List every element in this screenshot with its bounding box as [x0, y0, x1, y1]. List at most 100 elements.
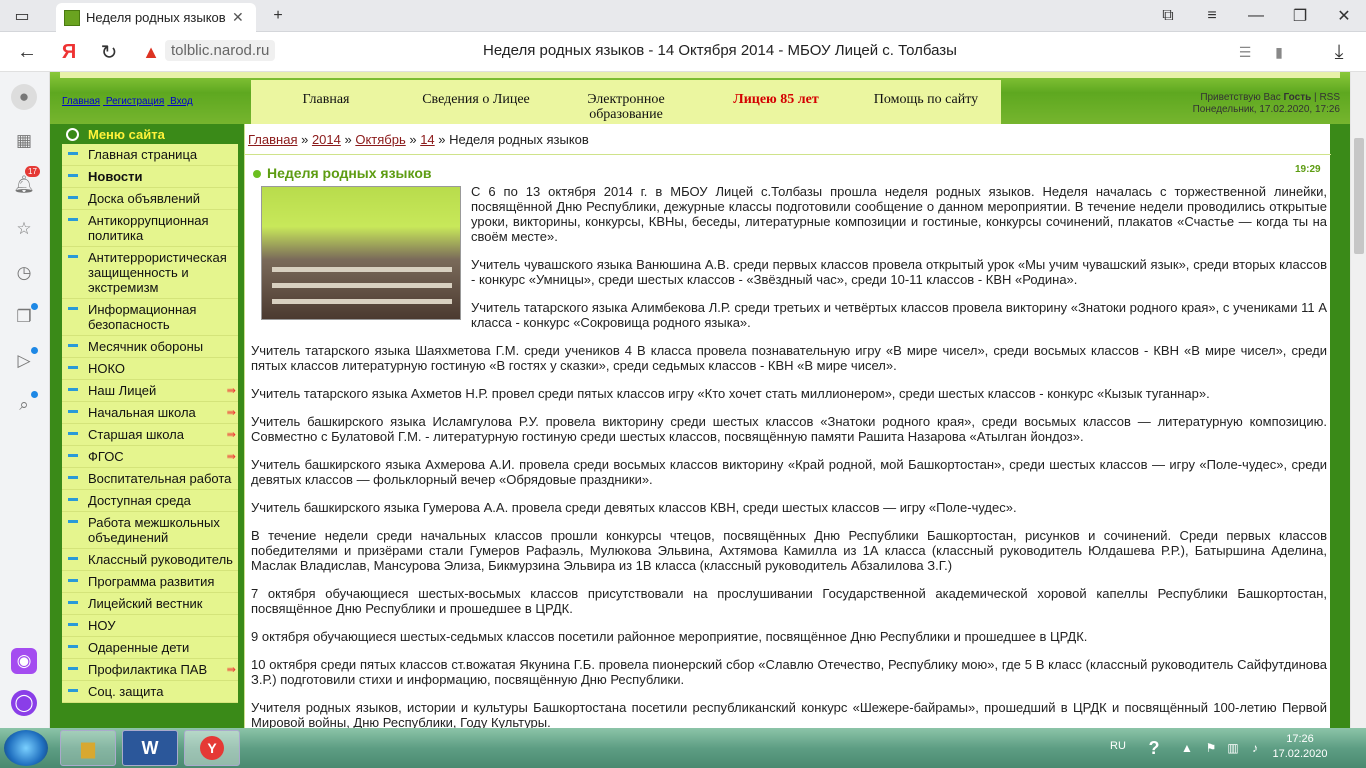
- menu-item[interactable]: Воспитательная работа: [62, 468, 238, 490]
- help-icon[interactable]: ?: [1138, 730, 1170, 766]
- article-paragraph: В течение недели среди начальных классов…: [251, 528, 1327, 573]
- top-menu-e-education[interactable]: Электронное образование: [551, 80, 701, 124]
- collections-icon[interactable]: ❐: [11, 303, 38, 330]
- menu-item-expandable[interactable]: Начальная школа ⇛: [62, 402, 238, 424]
- main-content: Главная » 2014 » Октябрь » 14 » Неделя р…: [244, 124, 1331, 728]
- header-link-register[interactable]: Регистрация: [106, 96, 164, 107]
- alice-app-icon[interactable]: ◉: [11, 648, 37, 674]
- expand-arrow-icon: ⇛: [226, 664, 236, 676]
- address-bar: ← Я ↻ ▲ tolblic.narod.ru Неделя родных я…: [0, 32, 1366, 72]
- menu-item[interactable]: Одаренные дети: [62, 637, 238, 659]
- close-tab-icon[interactable]: ✕: [232, 9, 244, 26]
- current-date: Понедельник, 17.02.2020, 17:26: [1192, 104, 1340, 115]
- menu-item-expandable[interactable]: Наш Лицей ⇛: [62, 380, 238, 402]
- expand-arrow-icon: ⇛: [226, 407, 236, 419]
- menu-item-expandable[interactable]: Старшая школа ⇛: [62, 424, 238, 446]
- close-window-icon[interactable]: ✕: [1322, 0, 1366, 32]
- tab-title: Неделя родных языков: [86, 10, 226, 25]
- history-icon[interactable]: ◷: [11, 260, 37, 286]
- webpage: Главная Регистрация Вход Главная Сведени…: [50, 72, 1350, 728]
- menu-item[interactable]: Соц. защита: [62, 681, 238, 703]
- breadcrumb-month[interactable]: Октябрь: [355, 132, 405, 147]
- menu-item[interactable]: Информационная безопасность: [62, 299, 238, 336]
- menu-item[interactable]: Главная страница: [62, 144, 238, 166]
- breadcrumb-current: Неделя родных языков: [449, 132, 589, 147]
- menu-item[interactable]: Антитеррористическая защищенность и экст…: [62, 247, 238, 299]
- menu-item[interactable]: Антикоррупционная политика: [62, 210, 238, 247]
- header-link-login[interactable]: Вход: [170, 96, 193, 107]
- menu-item-expandable[interactable]: ФГОС ⇛: [62, 446, 238, 468]
- new-tab-icon[interactable]: +: [256, 0, 300, 32]
- top-menu-about[interactable]: Сведения о Лицее: [401, 80, 551, 124]
- reader-mode-icon[interactable]: ☰: [1228, 36, 1262, 68]
- page-title[interactable]: Неделя родных языков - 14 Октября 2014 -…: [380, 42, 1060, 59]
- menu-item[interactable]: НОКО: [62, 358, 238, 380]
- explorer-icon[interactable]: ▆: [60, 730, 116, 766]
- tray-flag-icon[interactable]: ⚑: [1200, 730, 1222, 766]
- user-greeting: Приветствую Вас Гость | RSS Понедельник,…: [1192, 92, 1340, 115]
- site-favicon: [64, 9, 80, 26]
- rss-link[interactable]: RSS: [1319, 92, 1340, 103]
- minimize-icon[interactable]: —: [1234, 0, 1278, 32]
- breadcrumb-home[interactable]: Главная: [248, 132, 297, 147]
- header-link-home[interactable]: Главная: [62, 96, 100, 107]
- breadcrumb: Главная » 2014 » Октябрь » 14 » Неделя р…: [248, 132, 589, 147]
- apps-icon[interactable]: ▦: [11, 128, 37, 154]
- top-menu-anniversary[interactable]: Лицею 85 лет: [701, 80, 851, 124]
- breadcrumb-year[interactable]: 2014: [312, 132, 341, 147]
- article-paragraph: Учитель башкирского языка Исламгулова Р.…: [251, 414, 1327, 444]
- page-scrollbar[interactable]: [1350, 72, 1366, 728]
- menu-item[interactable]: Лицейский вестник: [62, 593, 238, 615]
- reload-icon[interactable]: ↻: [92, 36, 126, 68]
- article-paragraph: Учитель башкирского языка Ахмерова А.И. …: [251, 457, 1327, 487]
- back-icon[interactable]: ←: [10, 36, 44, 68]
- menu-item[interactable]: НОУ: [62, 615, 238, 637]
- volume-icon[interactable]: ♪: [1244, 730, 1266, 766]
- top-menu-home[interactable]: Главная: [251, 80, 401, 124]
- site-menu: Меню сайта Главная страница Новости Доск…: [60, 124, 240, 728]
- start-button[interactable]: [4, 730, 48, 766]
- bullet-icon: [253, 170, 261, 178]
- yandex-logo[interactable]: Я: [52, 36, 86, 68]
- download-icon[interactable]: ⤓: [1322, 36, 1356, 68]
- menu-item[interactable]: Доступная среда: [62, 490, 238, 512]
- system-clock[interactable]: 17:26 17.02.2020: [1270, 732, 1330, 762]
- article-paragraph: Учитель татарского языка Алимбекова Л.Р.…: [471, 300, 1327, 330]
- bookmarks-icon[interactable]: ⧉: [1146, 0, 1190, 32]
- tray-up-icon[interactable]: ▲: [1176, 730, 1198, 766]
- profile-icon[interactable]: ●: [11, 84, 37, 110]
- bookmark-icon[interactable]: ▮: [1262, 36, 1296, 68]
- language-indicator[interactable]: RU: [1110, 740, 1126, 752]
- word-icon[interactable]: W: [122, 730, 178, 766]
- menu-item-expandable[interactable]: Профилактика ПАВ ⇛: [62, 659, 238, 681]
- network-icon[interactable]: ▥: [1222, 730, 1244, 766]
- menu-item[interactable]: Программа развития: [62, 571, 238, 593]
- favorites-icon[interactable]: ☆: [11, 216, 37, 242]
- security-warning-icon[interactable]: ▲: [140, 41, 162, 63]
- menu-item[interactable]: Месячник обороны: [62, 336, 238, 358]
- breadcrumb-day[interactable]: 14: [420, 132, 434, 147]
- domain-label[interactable]: tolblic.narod.ru: [165, 40, 276, 61]
- browser-tab-active[interactable]: Неделя родных языков ✕: [56, 3, 256, 32]
- article-paragraph: Учитель башкирского языка Гумерова А.А. …: [251, 500, 1017, 515]
- maximize-icon[interactable]: ❐: [1278, 0, 1322, 32]
- yandex-browser-icon[interactable]: Y: [184, 730, 240, 766]
- article-paragraph: Учитель татарского языка Ахметов Н.Р. пр…: [251, 386, 1210, 401]
- video-icon[interactable]: ▷: [11, 347, 38, 374]
- site-menu-list: Главная страница Новости Доска объявлени…: [62, 144, 238, 703]
- browser-tab-bar: ▭ Неделя родных языков ✕ + ⧉ ≡ — ❐ ✕: [0, 0, 1366, 32]
- search-icon[interactable]: ⌕: [11, 391, 38, 418]
- notifications-icon[interactable]: 🔔︎ 17: [11, 166, 40, 198]
- menu-item[interactable]: Классный руководитель: [62, 549, 238, 571]
- assistant-icon[interactable]: ◯: [11, 690, 37, 716]
- top-menu-help[interactable]: Помощь по сайту: [851, 80, 1001, 124]
- scrollbar-thumb[interactable]: [1354, 138, 1364, 254]
- menu-item[interactable]: Работа межшкольных объединений: [62, 512, 238, 549]
- menu-item[interactable]: Новости: [62, 166, 238, 188]
- article-photo[interactable]: [261, 186, 461, 320]
- article-paragraph: Учитель чувашского языка Ванюшина А.В. с…: [471, 257, 1327, 287]
- menu-icon[interactable]: ≡: [1190, 0, 1234, 32]
- menu-item[interactable]: Доска объявлений: [62, 188, 238, 210]
- article-paragraph: Учитель татарского языка Шаяхметова Г.М.…: [251, 343, 1327, 373]
- tabs-panel-icon[interactable]: ▭: [0, 0, 44, 32]
